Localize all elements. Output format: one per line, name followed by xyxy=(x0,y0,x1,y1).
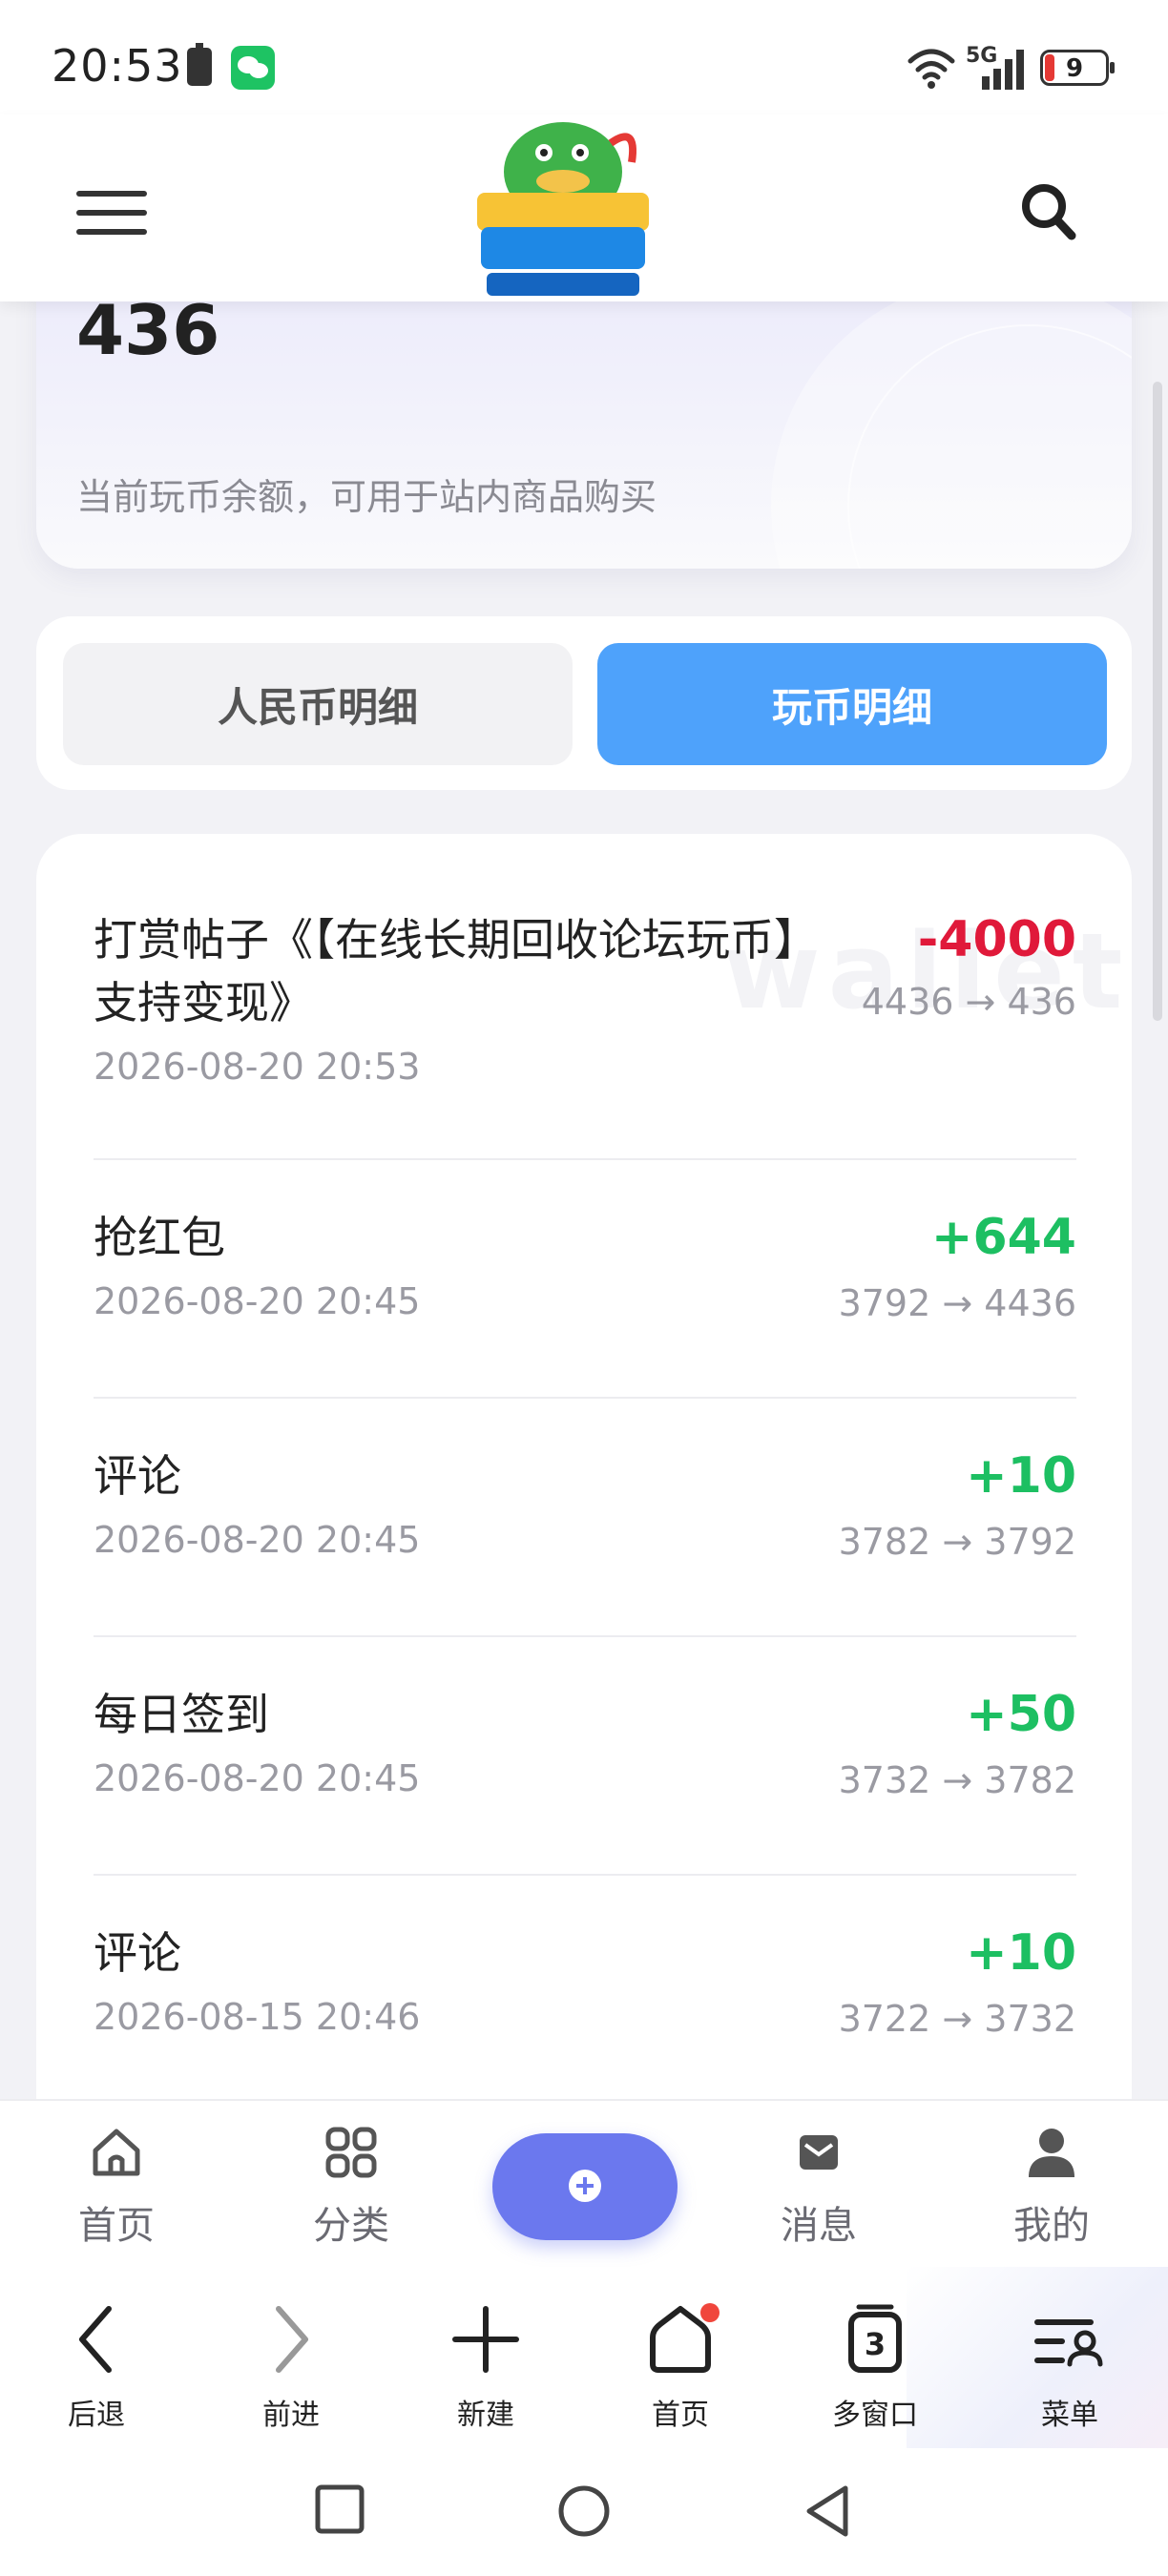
nav-label: 消息 xyxy=(781,2204,857,2248)
balance-amount: 436 xyxy=(76,290,220,370)
signal-icon xyxy=(969,42,1026,90)
divider xyxy=(94,1397,1076,1399)
home-icon xyxy=(93,2129,140,2176)
list-item[interactable]: 每日签到 2026-08-20 20:45 +50 3732 → 3782 xyxy=(94,1683,1076,1817)
transaction-amount: +50 xyxy=(966,1686,1076,1743)
balance-change: 3782 → 3792 xyxy=(838,1521,1076,1563)
detail-tabs: 人民币明细 玩币明细 xyxy=(36,616,1132,790)
menu-user-icon xyxy=(1034,2319,1103,2367)
nav-category[interactable]: 分类 xyxy=(275,2126,428,2250)
back-arrow-icon xyxy=(79,2306,112,2373)
wechat-icon xyxy=(231,46,275,90)
site-logo[interactable] xyxy=(468,114,658,301)
transaction-title: 评论 xyxy=(94,1450,181,1502)
divider xyxy=(94,1158,1076,1160)
balance-description: 当前玩币余额，可用于站内商品购买 xyxy=(76,476,657,518)
back-triangle-icon[interactable] xyxy=(802,2483,855,2540)
list-item[interactable]: 打赏帖子《【在线长期回收论坛玩币】支持变现》 2026-08-20 20:53 … xyxy=(94,908,1076,1099)
nav-label: 我的 xyxy=(1013,2204,1090,2248)
browser-back-button[interactable]: 后退 xyxy=(25,2301,168,2432)
nav-label: 分类 xyxy=(313,2204,389,2248)
site-header xyxy=(0,114,1168,301)
transaction-amount: +10 xyxy=(966,1447,1076,1505)
status-time: 20:53 xyxy=(52,40,183,92)
browser-forward-button[interactable]: 前进 xyxy=(219,2301,363,2432)
transaction-time: 2026-08-15 20:46 xyxy=(94,1996,421,2038)
transaction-time: 2026-08-20 20:45 xyxy=(94,1519,421,1561)
windows-icon: 3 xyxy=(848,2304,902,2373)
transaction-time: 2026-08-20 20:45 xyxy=(94,1280,421,1322)
menu-icon[interactable] xyxy=(76,191,147,239)
wifi-icon xyxy=(907,49,955,89)
list-item[interactable]: 评论 2026-08-20 20:45 +10 3782 → 3792 xyxy=(94,1444,1076,1578)
transaction-time: 2026-08-20 20:45 xyxy=(94,1757,421,1799)
nav-label: 首页 xyxy=(78,2204,155,2248)
recent-apps-icon[interactable] xyxy=(313,2483,366,2536)
battery-icon: 9 xyxy=(1040,50,1115,86)
transaction-list: wallet 打赏帖子《【在线长期回收论坛玩币】支持变现》 2026-08-20… xyxy=(36,834,1132,2112)
plus-icon xyxy=(452,2306,519,2373)
browser-home-button[interactable]: 首页 xyxy=(609,2301,752,2432)
nav-home[interactable]: 首页 xyxy=(40,2126,193,2250)
transaction-title: 每日签到 xyxy=(94,1689,269,1740)
mail-icon xyxy=(800,2135,838,2170)
divider xyxy=(94,1874,1076,1876)
browser-label: 后退 xyxy=(68,2399,125,2432)
browser-menu-button[interactable]: 菜单 xyxy=(998,2301,1141,2432)
balance-change: 4436 → 436 xyxy=(861,981,1076,1023)
browser-toolbar: 后退 前进 新建 首页 3 多窗口 菜单 xyxy=(0,2267,1168,2448)
divider xyxy=(94,1635,1076,1637)
system-nav-bar xyxy=(0,2448,1168,2576)
home-circle-icon[interactable] xyxy=(555,2483,613,2540)
nav-profile[interactable]: 我的 xyxy=(975,2126,1128,2250)
transaction-amount: +644 xyxy=(930,1209,1076,1266)
forward-arrow-icon xyxy=(276,2306,308,2373)
transaction-time: 2026-08-20 20:53 xyxy=(94,1046,421,1088)
transaction-title: 打赏帖子《【在线长期回收论坛玩币】支持变现》 xyxy=(94,914,818,1028)
search-icon[interactable] xyxy=(1019,181,1076,242)
user-icon xyxy=(1029,2129,1074,2177)
notification-dot xyxy=(700,2303,720,2322)
browser-label: 前进 xyxy=(262,2399,320,2432)
balance-card: 436 当前玩币余额，可用于站内商品购买 xyxy=(36,277,1132,569)
browser-windows-button[interactable]: 3 多窗口 xyxy=(803,2301,947,2432)
new-post-button[interactable] xyxy=(492,2133,678,2240)
transaction-title: 抢红包 xyxy=(94,1212,225,1263)
grid-icon xyxy=(325,2127,377,2178)
browser-label: 多窗口 xyxy=(832,2399,918,2432)
transaction-title: 评论 xyxy=(94,1927,181,1979)
browser-label: 首页 xyxy=(652,2399,709,2432)
forum-bottom-nav: 首页 分类 消息 我的 xyxy=(0,2099,1168,2267)
browser-new-button[interactable]: 新建 xyxy=(414,2301,557,2432)
browser-label: 菜单 xyxy=(1041,2399,1098,2432)
balance-change: 3792 → 4436 xyxy=(838,1282,1076,1324)
tab-coin-details[interactable]: 玩币明细 xyxy=(597,643,1107,765)
list-item[interactable]: 评论 2026-08-15 20:46 +10 3722 → 3732 xyxy=(94,1922,1076,2055)
tab-rmb-details[interactable]: 人民币明细 xyxy=(63,643,573,765)
list-item[interactable]: 抢红包 2026-08-20 20:45 +644 3792 → 4436 xyxy=(94,1206,1076,1340)
window-count: 3 xyxy=(865,2326,886,2362)
plus-circle-icon xyxy=(569,2170,601,2202)
browser-label: 新建 xyxy=(457,2399,514,2432)
balance-change: 3722 → 3732 xyxy=(838,1998,1076,2040)
transaction-amount: +10 xyxy=(966,1924,1076,1982)
battery-saver-icon xyxy=(187,43,212,86)
balance-change: 3732 → 3782 xyxy=(838,1759,1076,1801)
scrollbar[interactable] xyxy=(1153,382,1162,1021)
battery-level: 9 xyxy=(1065,54,1084,83)
nav-messages[interactable]: 消息 xyxy=(742,2126,895,2250)
transaction-amount: -4000 xyxy=(917,911,1076,968)
